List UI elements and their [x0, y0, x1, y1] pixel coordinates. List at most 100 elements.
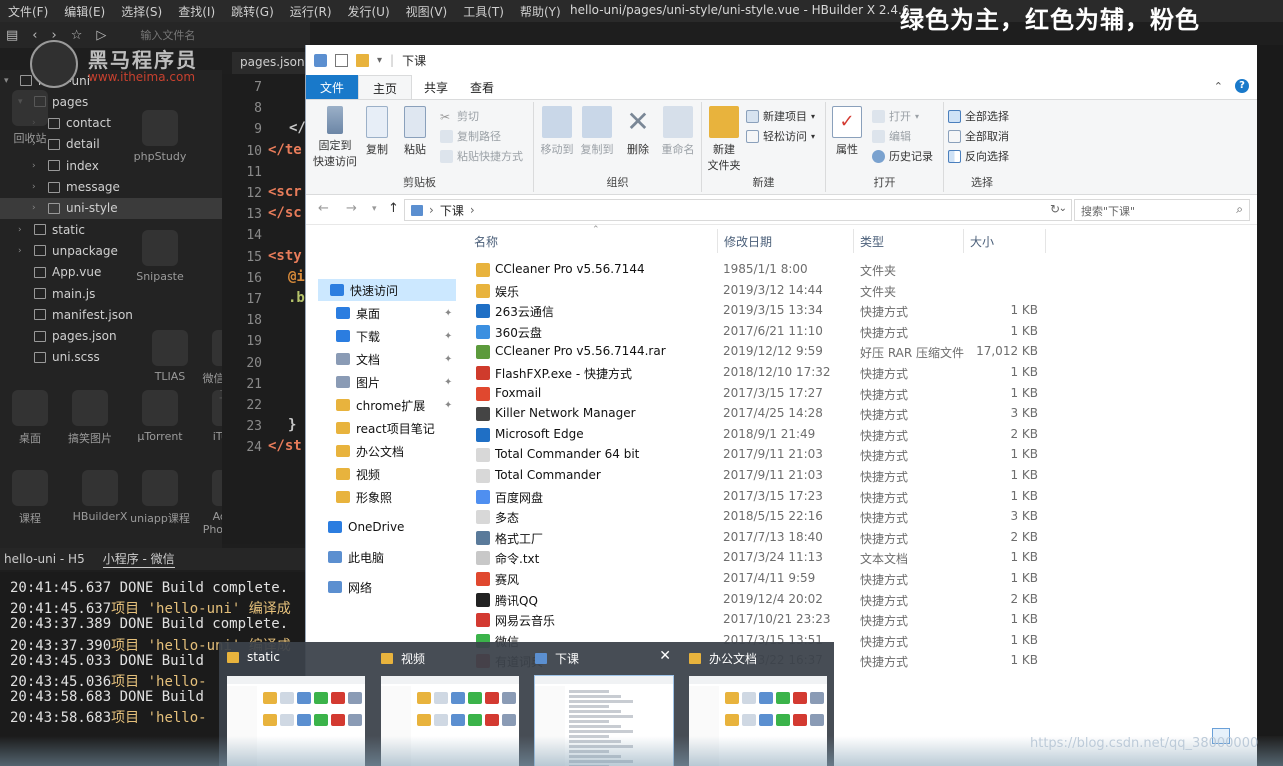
nav-item-2[interactable]: 桌面 ✦: [336, 302, 452, 324]
ide-menu-item[interactable]: 查找(I): [170, 3, 223, 20]
quick-access-dropdown-icon[interactable]: ▾: [377, 55, 382, 66]
copy-path-button[interactable]: 复制路径: [440, 126, 501, 146]
nav-item-11[interactable]: OneDrive: [328, 516, 404, 538]
ide-menu-item[interactable]: 帮助(Y): [512, 3, 569, 20]
move-to-button[interactable]: 移动到: [538, 106, 576, 157]
nav-item-13[interactable]: 网络: [328, 576, 372, 598]
code-editor[interactable]: 7 8 9 10 11 12 13 14 15 16 17 18 19 20 21 22 23 24 </ </te <…: [222, 74, 310, 544]
ide-menu-item[interactable]: 编辑(E): [56, 3, 113, 20]
paste-shortcut-button[interactable]: 粘贴快捷方式: [440, 146, 523, 166]
rename-button[interactable]: 重命名: [658, 106, 698, 157]
save-icon[interactable]: ▤: [6, 28, 18, 43]
nav-item-6[interactable]: chrome扩展 ✦: [336, 394, 452, 416]
file-row[interactable]: 263云通信 2019/3/15 13:34 快捷方式 1 KB: [466, 301, 1066, 321]
path-segment[interactable]: 下课: [440, 202, 464, 219]
edit-button[interactable]: 编辑: [872, 126, 911, 146]
ide-menu-item[interactable]: 选择(S): [113, 3, 170, 20]
ide-menu-item[interactable]: 视图(V): [398, 3, 456, 20]
ide-menu-item[interactable]: 跳转(G): [223, 3, 282, 20]
back-arrow-icon[interactable]: ←: [318, 201, 329, 216]
help-icon[interactable]: ?: [1235, 79, 1249, 93]
folder-icon: [381, 653, 393, 664]
file-row[interactable]: Microsoft Edge 2018/9/1 21:49 快捷方式 2 KB: [466, 425, 1066, 445]
file-row[interactable]: 格式工厂 2017/7/13 18:40 快捷方式 2 KB: [466, 528, 1066, 548]
file-date: 2017/6/21 11:10: [723, 323, 823, 338]
console-tab-h5[interactable]: hello-uni - H5: [4, 552, 85, 566]
new-item-button[interactable]: 新建项目 ▾: [746, 106, 815, 126]
select-none-button[interactable]: 全部取消: [948, 126, 1009, 146]
file-row[interactable]: 娱乐 2019/3/12 14:44 文件夹: [466, 281, 1066, 301]
properties-check-icon[interactable]: [335, 53, 348, 67]
ide-menu-item[interactable]: 文件(F): [0, 3, 56, 20]
cut-button[interactable]: ✂ 剪切: [440, 106, 479, 126]
file-row[interactable]: CCleaner Pro v5.56.7144 1985/1/1 8:00 文件夹: [466, 260, 1066, 280]
file-row[interactable]: CCleaner Pro v5.56.7144.rar 2019/12/12 9:…: [466, 342, 1066, 362]
file-row[interactable]: 360云盘 2017/6/21 11:10 快捷方式 1 KB: [466, 322, 1066, 342]
tab-file[interactable]: 文件: [306, 75, 359, 99]
tab-home[interactable]: 主页: [358, 75, 413, 99]
select-all-button[interactable]: 全部选择: [948, 106, 1009, 126]
pin-icon: ✦: [444, 330, 453, 342]
file-row[interactable]: Foxmail 2017/3/15 17:27 快捷方式 1 KB: [466, 384, 1066, 404]
ribbon-collapse-icon[interactable]: ⌃: [1214, 80, 1223, 93]
file-type: 快捷方式: [860, 593, 909, 608]
nav-item-10[interactable]: 形象照: [336, 486, 392, 508]
ide-menu-item[interactable]: 发行(U): [340, 3, 398, 20]
file-row[interactable]: 网易云音乐 2017/10/21 23:23 快捷方式 1 KB: [466, 610, 1066, 630]
ide-menu-item[interactable]: 运行(R): [282, 3, 340, 20]
file-row[interactable]: FlashFXP.exe - 快捷方式 2018/12/10 17:32 快捷方式 1…: [466, 363, 1066, 383]
column-header-name[interactable]: 名称 ⌃: [468, 225, 718, 253]
file-row[interactable]: 赛风 2017/4/11 9:59 快捷方式 1 KB: [466, 569, 1066, 589]
forward-arrow-icon[interactable]: →: [346, 201, 357, 216]
easy-access-button[interactable]: 轻松访问 ▾: [746, 126, 815, 146]
close-icon[interactable]: ✕: [659, 648, 671, 664]
nav-item-4[interactable]: 文档 ✦: [336, 348, 452, 370]
invert-selection-button[interactable]: 反向选择: [948, 146, 1009, 166]
recent-locations-icon[interactable]: ▾: [372, 204, 377, 214]
open-button[interactable]: 打开 ▾: [872, 106, 919, 126]
tree-twisty-icon[interactable]: ▾: [4, 76, 14, 86]
search-input[interactable]: 搜索"下课" ⌕: [1074, 199, 1250, 221]
pin-quick-access-button[interactable]: 固定到 快速访问: [312, 106, 358, 169]
file-row[interactable]: Total Commander 64 bit 2017/9/11 21:03 快捷方…: [466, 445, 1066, 465]
delete-button[interactable]: ✕ 删除: [620, 106, 656, 157]
preview-icon: [810, 714, 824, 726]
file-date: 2019/12/4 20:02: [723, 591, 823, 606]
nav-folder-icon: [336, 445, 350, 457]
file-row[interactable]: 命令.txt 2017/3/24 11:13 文本文档 1 KB: [466, 548, 1066, 568]
address-path-box[interactable]: › 下课 › ⌄: [404, 199, 1072, 221]
console-tab-weixin[interactable]: 小程序 - 微信: [102, 550, 175, 568]
nav-item-1[interactable]: 快速访问: [318, 279, 456, 301]
nav-item-9[interactable]: 视频: [336, 463, 380, 485]
paste-button[interactable]: 粘贴: [398, 106, 432, 157]
file-row[interactable]: 百度网盘 2017/3/15 17:23 快捷方式 1 KB: [466, 487, 1066, 507]
column-header-date[interactable]: 修改日期: [717, 229, 854, 253]
file-name: Microsoft Edge: [495, 426, 584, 441]
new-folder-quick-icon[interactable]: [356, 53, 369, 67]
history-button[interactable]: 历史记录: [872, 146, 933, 166]
file-row[interactable]: 腾讯QQ 2019/12/4 20:02 快捷方式 2 KB: [466, 590, 1066, 610]
tab-share[interactable]: 共享: [410, 75, 462, 99]
new-folder-button[interactable]: 新建 文件夹: [704, 106, 744, 173]
editor-tab[interactable]: pages.json: [232, 52, 310, 74]
properties-button[interactable]: ✓ 属性: [828, 106, 866, 157]
tab-view[interactable]: 查看: [456, 75, 508, 99]
column-header-size[interactable]: 大小: [964, 229, 1046, 253]
up-arrow-icon[interactable]: ↑: [388, 201, 399, 216]
copy-button[interactable]: 复制: [360, 106, 394, 157]
file-row[interactable]: 多态 2018/5/15 22:16 快捷方式 3 KB: [466, 507, 1066, 527]
file-row[interactable]: Total Commander 2017/9/11 21:03 快捷方式 1 KB: [466, 466, 1066, 486]
refresh-icon[interactable]: ↻: [1050, 202, 1060, 216]
nav-item-12[interactable]: 此电脑: [328, 546, 384, 568]
column-header-type[interactable]: 类型: [854, 229, 964, 253]
file-row[interactable]: Killer Network Manager 2017/4/25 14:28 快捷方…: [466, 404, 1066, 424]
ribbon-controls: ⌃ ?: [1214, 79, 1249, 93]
file-size: 3 KB: [1010, 509, 1038, 524]
nav-item-8[interactable]: 办公文档: [336, 440, 404, 462]
preview-ribbon: [227, 676, 365, 684]
ide-menu-item[interactable]: 工具(T): [455, 3, 512, 20]
nav-item-3[interactable]: 下载 ✦: [336, 325, 452, 347]
nav-item-7[interactable]: react项目笔记: [336, 417, 435, 439]
copy-to-button[interactable]: 复制到: [578, 106, 616, 157]
nav-item-5[interactable]: 图片 ✦: [336, 371, 452, 393]
